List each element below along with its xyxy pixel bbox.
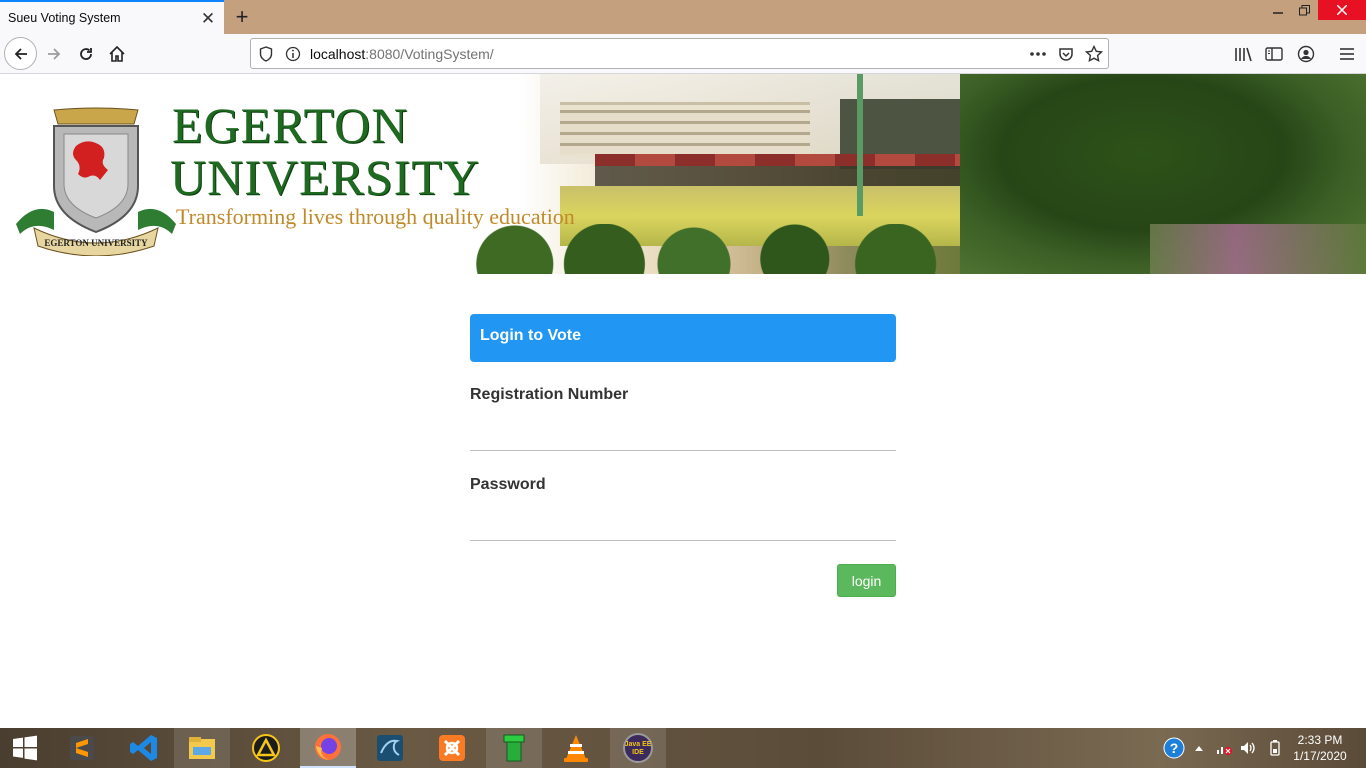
java-ee-ide-icon[interactable]: Java EE IDE: [610, 728, 666, 768]
restore-window-icon[interactable]: [1292, 0, 1316, 20]
vscode-icon[interactable]: [116, 728, 172, 768]
logo-wordmark-line1: EGERTON: [172, 97, 409, 153]
back-icon[interactable]: [4, 37, 37, 70]
arch-app-icon[interactable]: [238, 728, 294, 768]
clock-date: 1/17/2020: [1293, 749, 1347, 763]
network-disconnected-icon[interactable]: [1212, 728, 1236, 768]
site-info-icon[interactable]: [284, 45, 302, 63]
university-crest-logo: EGERTON UNIVERSITY: [16, 107, 176, 256]
page-actions-icon[interactable]: [1029, 45, 1047, 63]
windows-start-icon[interactable]: [0, 728, 50, 768]
password-input[interactable]: [470, 501, 896, 541]
url-host: localhost: [310, 46, 366, 62]
sublime-text-icon[interactable]: [54, 728, 110, 768]
home-icon[interactable]: [101, 38, 133, 70]
svg-text:?: ?: [1170, 740, 1179, 756]
registration-number-label: Registration Number: [470, 386, 629, 403]
xampp-icon[interactable]: [424, 728, 480, 768]
show-hidden-icons-chevron-icon[interactable]: [1190, 728, 1208, 768]
volume-icon[interactable]: [1236, 728, 1260, 768]
library-icon[interactable]: [1233, 44, 1253, 64]
browser-toolbar: localhost:8080/VotingSystem/: [0, 34, 1366, 74]
browser-tab[interactable]: Sueu Voting System ✕: [0, 0, 224, 34]
windows-taskbar: Java EE IDE ? 2:33 PM 1/17/2020: [0, 728, 1366, 768]
logo-wordmark-line2: UNIVERSITY: [170, 149, 480, 205]
tracking-protection-shield-icon[interactable]: [257, 45, 275, 63]
crest-motto-text: EGERTON UNIVERSITY: [44, 238, 148, 248]
sidebar-toggle-icon[interactable]: [1264, 44, 1284, 64]
tab-title: Sueu Voting System: [8, 11, 121, 25]
clock-time: 2:33 PM: [1297, 733, 1343, 747]
svg-text:IDE: IDE: [632, 749, 644, 756]
help-icon[interactable]: ?: [1162, 728, 1186, 768]
password-label: Password: [470, 476, 546, 493]
svg-text:Java EE: Java EE: [625, 741, 652, 748]
account-icon[interactable]: [1296, 44, 1316, 64]
login-panel-title: Login to Vote: [470, 314, 896, 362]
system-clock[interactable]: 2:33 PM 1/17/2020: [1288, 732, 1352, 764]
new-tab-icon[interactable]: +: [230, 5, 254, 29]
url-bar[interactable]: localhost:8080/VotingSystem/: [250, 38, 1109, 69]
bookmark-star-icon[interactable]: [1085, 45, 1103, 63]
login-button[interactable]: login: [837, 564, 896, 597]
minimize-window-icon[interactable]: [1266, 0, 1290, 20]
logo-tagline: Transforming lives through quality educa…: [176, 204, 575, 229]
green-pipe-app-icon[interactable]: [486, 728, 542, 768]
pocket-icon[interactable]: [1057, 45, 1075, 63]
url-text[interactable]: localhost:8080/VotingSystem/: [310, 46, 494, 62]
url-path: :8080/VotingSystem/: [365, 46, 494, 62]
close-tab-icon[interactable]: ✕: [200, 10, 216, 27]
browser-tab-strip: Sueu Voting System ✕ +: [0, 0, 1366, 34]
registration-number-input[interactable]: [470, 411, 896, 451]
battery-device-icon[interactable]: [1264, 728, 1286, 768]
firefox-icon[interactable]: [300, 728, 356, 768]
mysql-workbench-icon[interactable]: [362, 728, 418, 768]
menu-hamburger-icon[interactable]: [1337, 44, 1357, 64]
reload-icon[interactable]: [70, 38, 102, 70]
file-explorer-icon[interactable]: [174, 728, 230, 768]
close-window-icon[interactable]: [1318, 0, 1366, 20]
vlc-icon[interactable]: [548, 728, 604, 768]
forward-icon[interactable]: [38, 38, 70, 70]
